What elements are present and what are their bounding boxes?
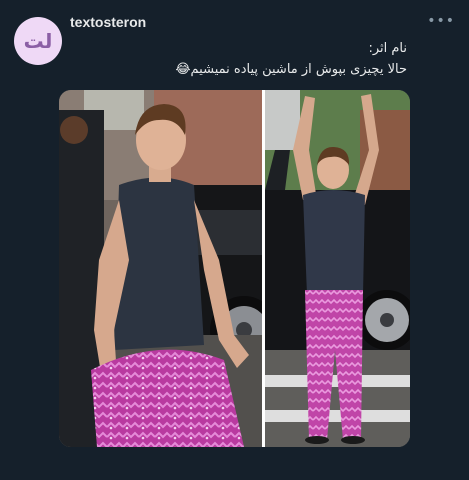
tweet-card: لت textosteron ••• نام اثر: حالا یچیزی ب… (0, 0, 469, 480)
avatar-logo: لت (23, 29, 53, 53)
tweet-media[interactable] (59, 90, 410, 447)
more-horizontal-icon[interactable]: ••• (427, 14, 455, 28)
username[interactable]: textosteron (70, 14, 146, 30)
tweet-text-line-1: نام اثر: (368, 41, 407, 56)
photo-left (59, 90, 262, 447)
tweet-text-line-2: حالا یچیزی بپوش از ماشین پیاده نمیشیم😂 (175, 62, 407, 77)
tweet-text: نام اثر: حالا یچیزی بپوش از ماشین پیاده … (67, 38, 407, 80)
avatar[interactable]: لت (14, 17, 62, 65)
photo-right (265, 90, 410, 447)
